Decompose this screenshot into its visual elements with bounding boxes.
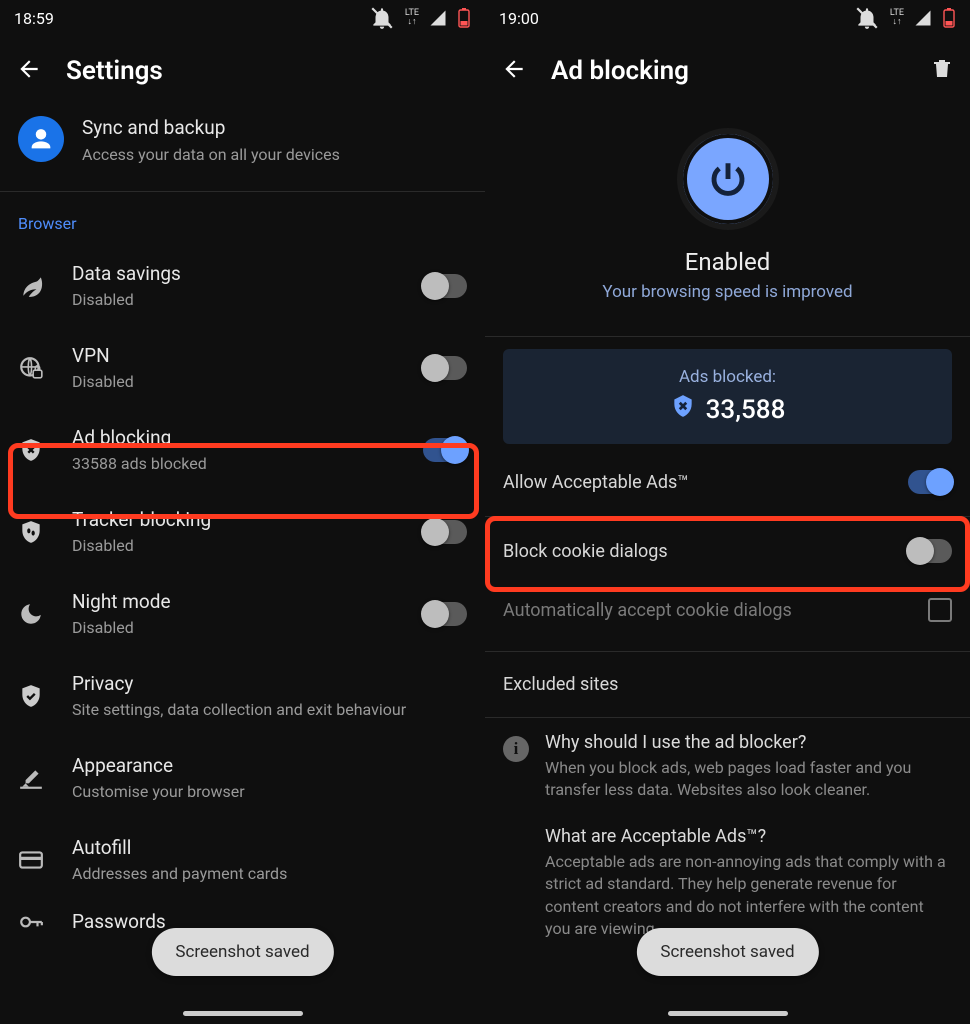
footsteps-icon [18, 519, 62, 545]
status-bar-left: 18:59 LTE↓↑ [0, 0, 485, 36]
data-savings-row[interactable]: Data savings Disabled [0, 245, 485, 327]
leaf-icon [18, 273, 62, 299]
vpn-toggle[interactable] [423, 356, 467, 380]
vpn-sub: Disabled [72, 372, 423, 393]
excluded-sites-row[interactable]: Excluded sites [485, 652, 970, 717]
block-cookie-title: Block cookie dialogs [503, 541, 668, 562]
back-icon[interactable] [16, 56, 42, 86]
ads-blocked-label: Ads blocked: [503, 367, 952, 387]
key-icon [18, 909, 62, 935]
info1-question: Why should I use the ad blocker? [545, 732, 952, 753]
battery-icon [942, 8, 956, 28]
autofill-sub: Addresses and payment cards [72, 864, 467, 885]
screenshot-toast-right: Screenshot saved [636, 928, 818, 976]
battery-icon [457, 8, 471, 28]
shield-x-icon [18, 437, 62, 463]
enabled-title: Enabled [485, 248, 970, 276]
sync-sub: Access your data on all your devices [82, 145, 340, 166]
tracker-sub: Disabled [72, 536, 423, 557]
avatar-icon [18, 116, 64, 162]
block-cookie-row[interactable]: Block cookie dialogs [485, 517, 970, 585]
lte-indicator: LTE↓↑ [405, 9, 419, 27]
allow-ads-title: Allow Acceptable Ads™ [503, 472, 689, 493]
night-mode-row[interactable]: Night mode Disabled [0, 573, 485, 655]
auto-accept-cookie-row: Automatically accept cookie dialogs [485, 585, 970, 651]
moon-icon [18, 601, 62, 627]
privacy-title: Privacy [72, 672, 467, 697]
clock: 18:59 [14, 9, 54, 28]
info1-answer: When you block ads, web pages load faste… [545, 757, 952, 802]
privacy-sub: Site settings, data collection and exit … [72, 700, 467, 721]
globe-lock-icon [18, 355, 62, 381]
card-icon [18, 847, 62, 873]
auto-accept-checkbox [928, 598, 952, 622]
night-sub: Disabled [72, 618, 423, 639]
page-title: Ad blocking [551, 56, 906, 86]
sync-backup-row[interactable]: Sync and backup Access your data on all … [0, 108, 485, 191]
data-savings-sub: Disabled [72, 290, 423, 311]
appearance-row[interactable]: Appearance Customise your browser [0, 737, 485, 819]
home-indicator[interactable] [183, 1011, 303, 1016]
ad-blocking-row[interactable]: Ad blocking 33588 ads blocked [0, 409, 485, 491]
screenshot-toast-left: Screenshot saved [151, 928, 333, 976]
adblocking-header: Ad blocking [485, 36, 970, 108]
clock: 19:00 [499, 9, 539, 28]
allow-ads-toggle[interactable] [908, 470, 952, 494]
night-title: Night mode [72, 590, 423, 615]
enabled-subtitle: Your browsing speed is improved [485, 282, 970, 302]
power-button[interactable] [677, 128, 779, 230]
block-cookie-toggle[interactable] [908, 539, 952, 563]
ads-blocked-count: 33,588 [706, 395, 786, 425]
divider [0, 191, 485, 192]
ads-blocked-card: Ads blocked: 33,588 [503, 349, 952, 444]
autofill-row[interactable]: Autofill Addresses and payment cards [0, 819, 485, 901]
lte-indicator: LTE↓↑ [890, 9, 904, 27]
settings-header: Settings [0, 36, 485, 108]
appearance-sub: Customise your browser [72, 782, 467, 803]
info-why-use: i Why should I use the ad blocker? When … [485, 718, 970, 812]
status-bar-right: 19:00 LTE↓↑ [485, 0, 970, 36]
privacy-row[interactable]: Privacy Site settings, data collection a… [0, 655, 485, 737]
ad-blocking-toggle[interactable] [423, 438, 467, 462]
allow-acceptable-ads-row[interactable]: Allow Acceptable Ads™ [485, 448, 970, 516]
paint-icon [18, 765, 62, 791]
adblocking-screen: 19:00 LTE↓↑ Ad blocking Enabled Your bro… [485, 0, 970, 1024]
auto-accept-title: Automatically accept cookie dialogs [503, 600, 792, 621]
data-savings-toggle[interactable] [423, 274, 467, 298]
page-title: Settings [66, 56, 469, 86]
tracker-row[interactable]: Tracker blocking Disabled [0, 491, 485, 573]
appearance-title: Appearance [72, 754, 467, 779]
dnd-off-icon [854, 5, 880, 31]
adblocking-content: Enabled Your browsing speed is improved … [485, 108, 970, 1024]
tracker-toggle[interactable] [423, 520, 467, 544]
ad-blocking-title: Ad blocking [72, 426, 423, 451]
signal-icon [429, 9, 447, 27]
dnd-off-icon [369, 5, 395, 31]
home-indicator[interactable] [668, 1011, 788, 1016]
vpn-title: VPN [72, 344, 423, 369]
settings-content: Sync and backup Access your data on all … [0, 108, 485, 1024]
shield-hex-icon [670, 393, 696, 426]
browser-section-label: Browser [0, 204, 485, 245]
shield-check-icon [18, 683, 62, 709]
ad-blocking-sub: 33588 ads blocked [72, 454, 423, 475]
trash-icon[interactable] [930, 57, 954, 85]
vpn-row[interactable]: VPN Disabled [0, 327, 485, 409]
info-icon: i [503, 736, 529, 762]
night-toggle[interactable] [423, 602, 467, 626]
info2-question: What are Acceptable Ads™? [545, 826, 952, 847]
signal-icon [914, 9, 932, 27]
tracker-title: Tracker blocking [72, 508, 423, 533]
autofill-title: Autofill [72, 836, 467, 861]
back-icon[interactable] [501, 56, 527, 86]
data-savings-title: Data savings [72, 262, 423, 287]
settings-screen: 18:59 LTE↓↑ Settings Sync and backup Acc… [0, 0, 485, 1024]
info2-answer: Acceptable ads are non-annoying ads that… [545, 851, 952, 941]
sync-title: Sync and backup [82, 116, 340, 141]
